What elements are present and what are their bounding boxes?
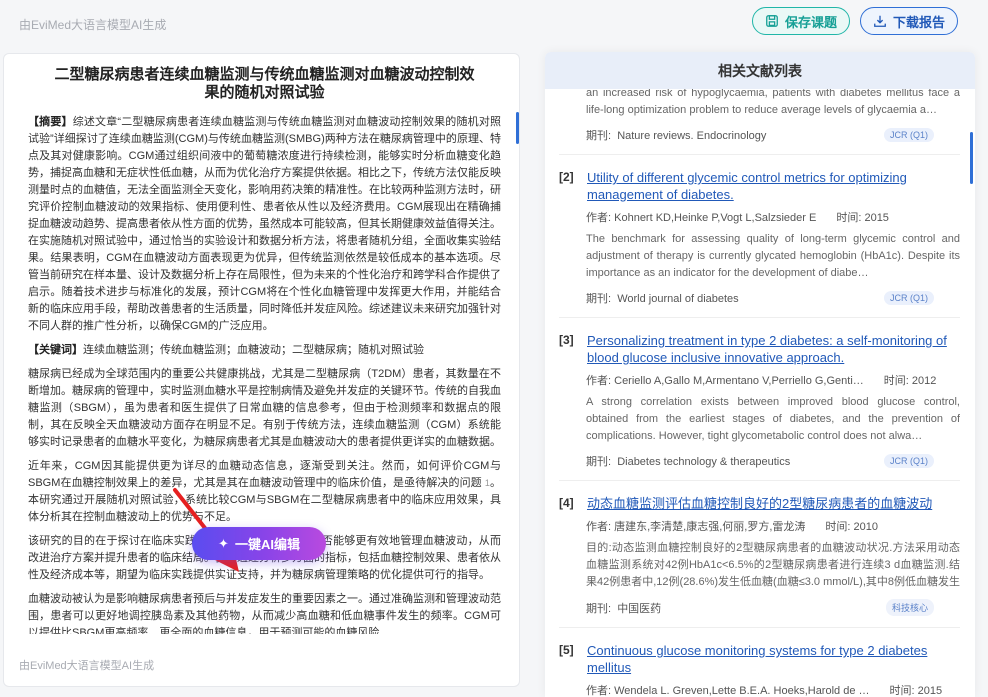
references-list[interactable]: an increased risk of hypoglycaemia, pati… bbox=[545, 89, 975, 697]
reference-number: [4] bbox=[559, 496, 574, 510]
reference-year: 2012 bbox=[911, 375, 937, 387]
download-report-label: 下载报告 bbox=[892, 14, 945, 30]
reference-item: [4] 动态血糖监测评估血糖控制良好的2型糖尿病患者的血糖波动 作者: 唐建东,… bbox=[559, 495, 960, 628]
abstract-text: 综述文章“二型糖尿病患者连续血糖监测与传统血糖监测对血糖波动控制效果的随机对照试… bbox=[28, 116, 501, 332]
reference-title-link[interactable]: Utility of different glycemic control me… bbox=[587, 169, 960, 203]
reference-journal-label: 期刊: bbox=[586, 602, 612, 615]
reference-meta: 作者: Wendela L. Greven,Lette B.E.A. Hoeks… bbox=[586, 682, 960, 697]
references-panel: 相关文献列表 an increased risk of hypoglycaemi… bbox=[545, 52, 975, 697]
time-label: 时间: bbox=[825, 521, 851, 533]
ai-edit-label: 一键AI编辑 bbox=[234, 537, 300, 552]
reference-journal: World journal of diabetes bbox=[617, 293, 739, 305]
abstract-paragraph: 【摘要】综述文章“二型糖尿病患者连续血糖监测与传统血糖监测对血糖波动控制效果的随… bbox=[28, 114, 501, 335]
reference-number: [2] bbox=[559, 170, 574, 184]
reference-abstract: The benchmark for assessing quality of l… bbox=[586, 233, 960, 279]
generated-label: 由EviMed大语言模型AI生成 bbox=[19, 18, 167, 32]
document-panel: 二型糖尿病患者连续血糖监测与传统血糖监测对血糖波动控制效果的随机对照试验 【摘要… bbox=[3, 53, 520, 687]
keywords-label: 【关键词】 bbox=[28, 344, 83, 356]
time-label: 时间: bbox=[889, 685, 915, 697]
document-footer-label: 由EviMed大语言模型AI生成 bbox=[19, 660, 155, 672]
reference-number: [3] bbox=[559, 333, 574, 347]
keywords-paragraph: 【关键词】连续血糖监测；传统血糖监测；血糖波动；二型糖尿病；随机对照试验 bbox=[28, 342, 501, 359]
reference-journal: Nature reviews. Endocrinology bbox=[617, 130, 767, 142]
reference-item: an increased risk of hypoglycaemia, pati… bbox=[559, 89, 960, 155]
reference-title-link[interactable]: 动态血糖监测评估血糖控制良好的2型糖尿病患者的血糖波动 bbox=[587, 495, 932, 512]
abstract-label: 【摘要】 bbox=[28, 116, 73, 128]
reference-journal: Diabetes technology & therapeutics bbox=[617, 456, 791, 468]
reference-item: [2] Utility of different glycemic contro… bbox=[559, 169, 960, 318]
reference-abstract: an increased risk of hypoglycaemia, pati… bbox=[586, 89, 960, 116]
reference-abstract: 目的:动态监测血糖控制良好的2型糖尿病患者的血糖波动状况.方法采用动态血糖监测系… bbox=[586, 542, 960, 588]
ai-edit-button[interactable]: ✦ 一键AI编辑 bbox=[192, 527, 326, 560]
reference-journal-row: 期刊: World journal of diabetes JCR (Q1) bbox=[586, 290, 934, 306]
reference-journal-row: 期刊: Nature reviews. Endocrinology JCR (Q… bbox=[586, 127, 934, 143]
document-title: 二型糖尿病患者连续血糖监测与传统血糖监测对血糖波动控制效果的随机对照试验 bbox=[54, 66, 475, 101]
reference-year: 2015 bbox=[917, 685, 943, 697]
authors-label: 作者: bbox=[586, 521, 612, 533]
time-label: 时间: bbox=[836, 212, 862, 224]
download-report-button[interactable]: 下载报告 bbox=[859, 7, 958, 35]
save-icon bbox=[766, 15, 778, 27]
reference-meta: 作者: 唐建东,李清楚,康志强,何丽,罗方,雷龙涛 时间: 2010 bbox=[586, 518, 960, 534]
reference-abstract: A strong correlation exists between impr… bbox=[586, 396, 960, 442]
jcr-badge: JCR (Q1) bbox=[884, 454, 934, 468]
references-header: 相关文献列表 bbox=[545, 52, 975, 89]
reference-journal-label: 期刊: bbox=[586, 456, 612, 468]
reference-journal-row: 期刊: Diabetes technology & therapeutics J… bbox=[586, 453, 934, 469]
jcr-badge: JCR (Q1) bbox=[884, 291, 934, 305]
authors-label: 作者: bbox=[586, 685, 612, 697]
document-scrollbar[interactable] bbox=[516, 112, 519, 144]
download-icon bbox=[874, 15, 886, 27]
reference-item: [5] Continuous glucose monitoring system… bbox=[559, 642, 960, 697]
save-topic-button[interactable]: 保存课题 bbox=[751, 7, 850, 35]
reference-year: 2010 bbox=[853, 521, 879, 533]
reference-authors: Ceriello A,Gallo M,Armentano V,Perriello… bbox=[614, 375, 864, 387]
reference-year: 2015 bbox=[864, 212, 889, 224]
top-actions: 保存课题 下载报告 bbox=[751, 7, 958, 35]
reference-meta: 作者: Ceriello A,Gallo M,Armentano V,Perri… bbox=[586, 372, 960, 388]
body-paragraph-4: 血糖波动被认为是影响糖尿病患者预后与并发症发生的重要因素之一。通过准确监测和管理… bbox=[28, 593, 501, 634]
keywords-text: 连续血糖监测；传统血糖监测；血糖波动；二型糖尿病；随机对照试验 bbox=[83, 344, 424, 356]
reference-title-link[interactable]: Continuous glucose monitoring systems fo… bbox=[587, 642, 960, 676]
reference-title-link[interactable]: Personalizing treatment in type 2 diabet… bbox=[587, 332, 960, 366]
sparkle-icon: ✦ bbox=[218, 535, 229, 551]
reference-authors: 唐建东,李清楚,康志强,何丽,罗方,雷龙涛 bbox=[614, 521, 806, 533]
jcr-badge: JCR (Q1) bbox=[884, 128, 934, 142]
references-scrollbar[interactable] bbox=[970, 132, 973, 184]
reference-meta: 作者: Kohnert KD,Heinke P,Vogt L,Salzsiede… bbox=[586, 209, 960, 225]
core-journal-badge: 科技核心 bbox=[885, 599, 934, 616]
reference-number: [5] bbox=[559, 643, 574, 657]
authors-label: 作者: bbox=[586, 375, 612, 387]
authors-label: 作者: bbox=[586, 212, 612, 224]
reference-journal-label: 期刊: bbox=[586, 130, 612, 142]
reference-authors: Wendela L. Greven,Lette B.E.A. Hoeks,Har… bbox=[614, 685, 870, 697]
reference-journal: 中国医药 bbox=[617, 602, 662, 615]
reference-journal-row: 期刊: 中国医药 科技核心 bbox=[586, 599, 934, 616]
reference-authors: Kohnert KD,Heinke P,Vogt L,Salzsieder E bbox=[614, 212, 817, 224]
save-topic-label: 保存课题 bbox=[784, 14, 837, 30]
body-paragraph-1: 糖尿病已经成为全球范围内的重要公共健康挑战，尤其是二型糖尿病（T2DM）患者，其… bbox=[28, 368, 501, 448]
reference-journal-label: 期刊: bbox=[586, 293, 612, 305]
reference-item: [3] Personalizing treatment in type 2 di… bbox=[559, 332, 960, 481]
time-label: 时间: bbox=[883, 375, 909, 387]
